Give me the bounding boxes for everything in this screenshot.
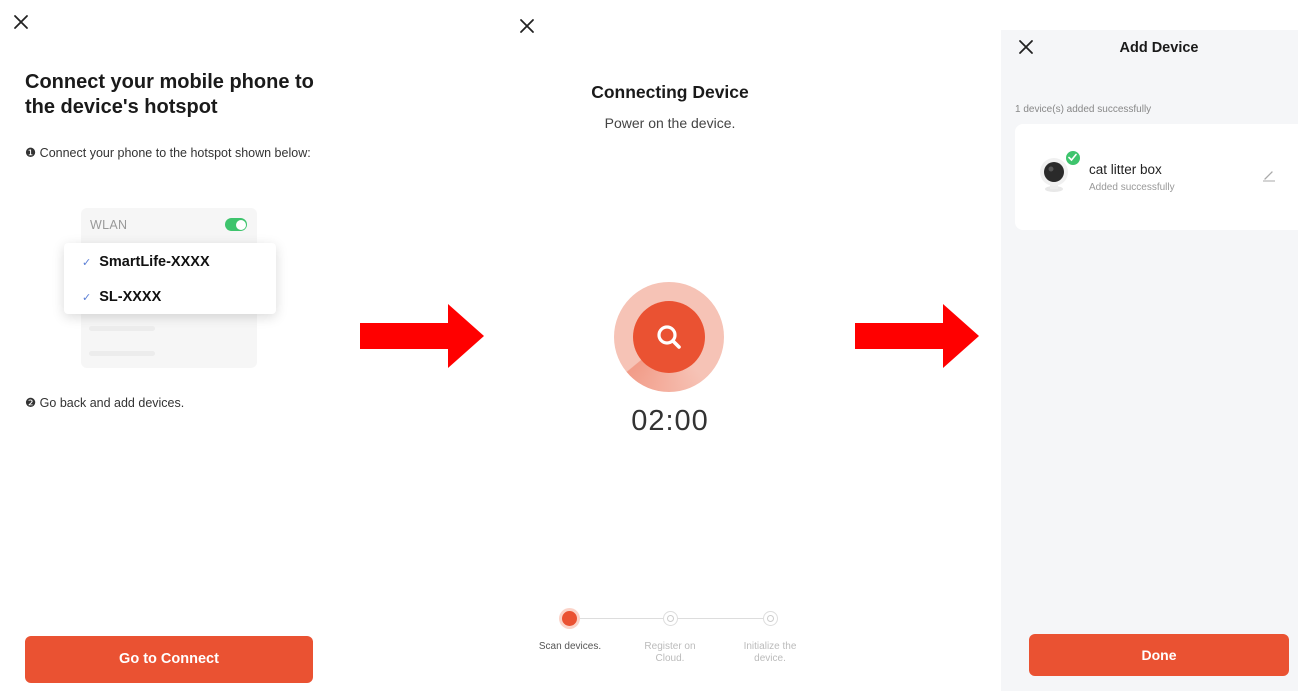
step-indicator xyxy=(763,611,778,626)
hotspot-panel: Connect your mobile phone to the device'… xyxy=(0,0,340,691)
step-indicator xyxy=(663,611,678,626)
scan-indicator xyxy=(614,282,724,392)
page-title: Connect your mobile phone to the device'… xyxy=(25,71,314,118)
page-title: Connecting Device xyxy=(591,82,749,102)
status-text: 1 device(s) added successfully xyxy=(1015,104,1152,115)
page-subtitle: Power on the device. xyxy=(604,115,736,131)
connecting-panel: Connecting Device Power on the device. 0… xyxy=(500,0,840,691)
pencil-icon[interactable] xyxy=(1262,168,1276,182)
check-icon: ✓ xyxy=(82,257,92,269)
close-icon[interactable] xyxy=(11,12,31,32)
close-icon[interactable] xyxy=(517,16,537,36)
step-label-initialize: Initialize the device. xyxy=(743,641,797,664)
countdown-timer: 02:00 xyxy=(631,405,709,437)
device-card[interactable]: cat litter box Added successfully xyxy=(1015,124,1298,230)
step-label-scan: Scan devices. xyxy=(538,641,602,652)
camera-icon xyxy=(1040,158,1068,192)
search-icon xyxy=(657,325,681,349)
arrow-right-icon xyxy=(360,304,484,368)
arrow-right-icon xyxy=(855,304,979,368)
page-title: Add Device xyxy=(1119,40,1199,56)
success-check-icon xyxy=(1065,150,1081,166)
device-status: Added successfully xyxy=(1089,182,1175,193)
step-indicator-active xyxy=(562,611,577,626)
wlan-label: WLAN xyxy=(90,218,128,232)
progress-line xyxy=(577,618,663,619)
step-label-register: Register on Cloud. xyxy=(644,641,696,664)
add-device-panel: Add Device 1 device(s) added successfull… xyxy=(1001,30,1298,691)
instruction-step-1: ❶ Connect your phone to the hotspot show… xyxy=(25,146,311,160)
wlan-toggle xyxy=(225,218,247,231)
placeholder-bar xyxy=(89,326,155,331)
hotspot-item: ✓ SL-XXXX xyxy=(82,289,162,305)
done-button[interactable]: Done xyxy=(1029,634,1289,676)
wlan-row: WLAN xyxy=(81,208,257,242)
placeholder-bar xyxy=(89,351,155,356)
device-name: cat litter box xyxy=(1089,162,1162,177)
hotspot-list: ✓ SmartLife-XXXX ✓ SL-XXXX xyxy=(64,243,276,314)
check-icon: ✓ xyxy=(82,292,92,304)
hotspot-item: ✓ SmartLife-XXXX xyxy=(82,254,210,270)
go-to-connect-button[interactable]: Go to Connect xyxy=(25,636,313,683)
scan-core xyxy=(633,301,705,373)
instruction-step-2: ❷ Go back and add devices. xyxy=(25,396,185,410)
progress-line xyxy=(678,618,763,619)
